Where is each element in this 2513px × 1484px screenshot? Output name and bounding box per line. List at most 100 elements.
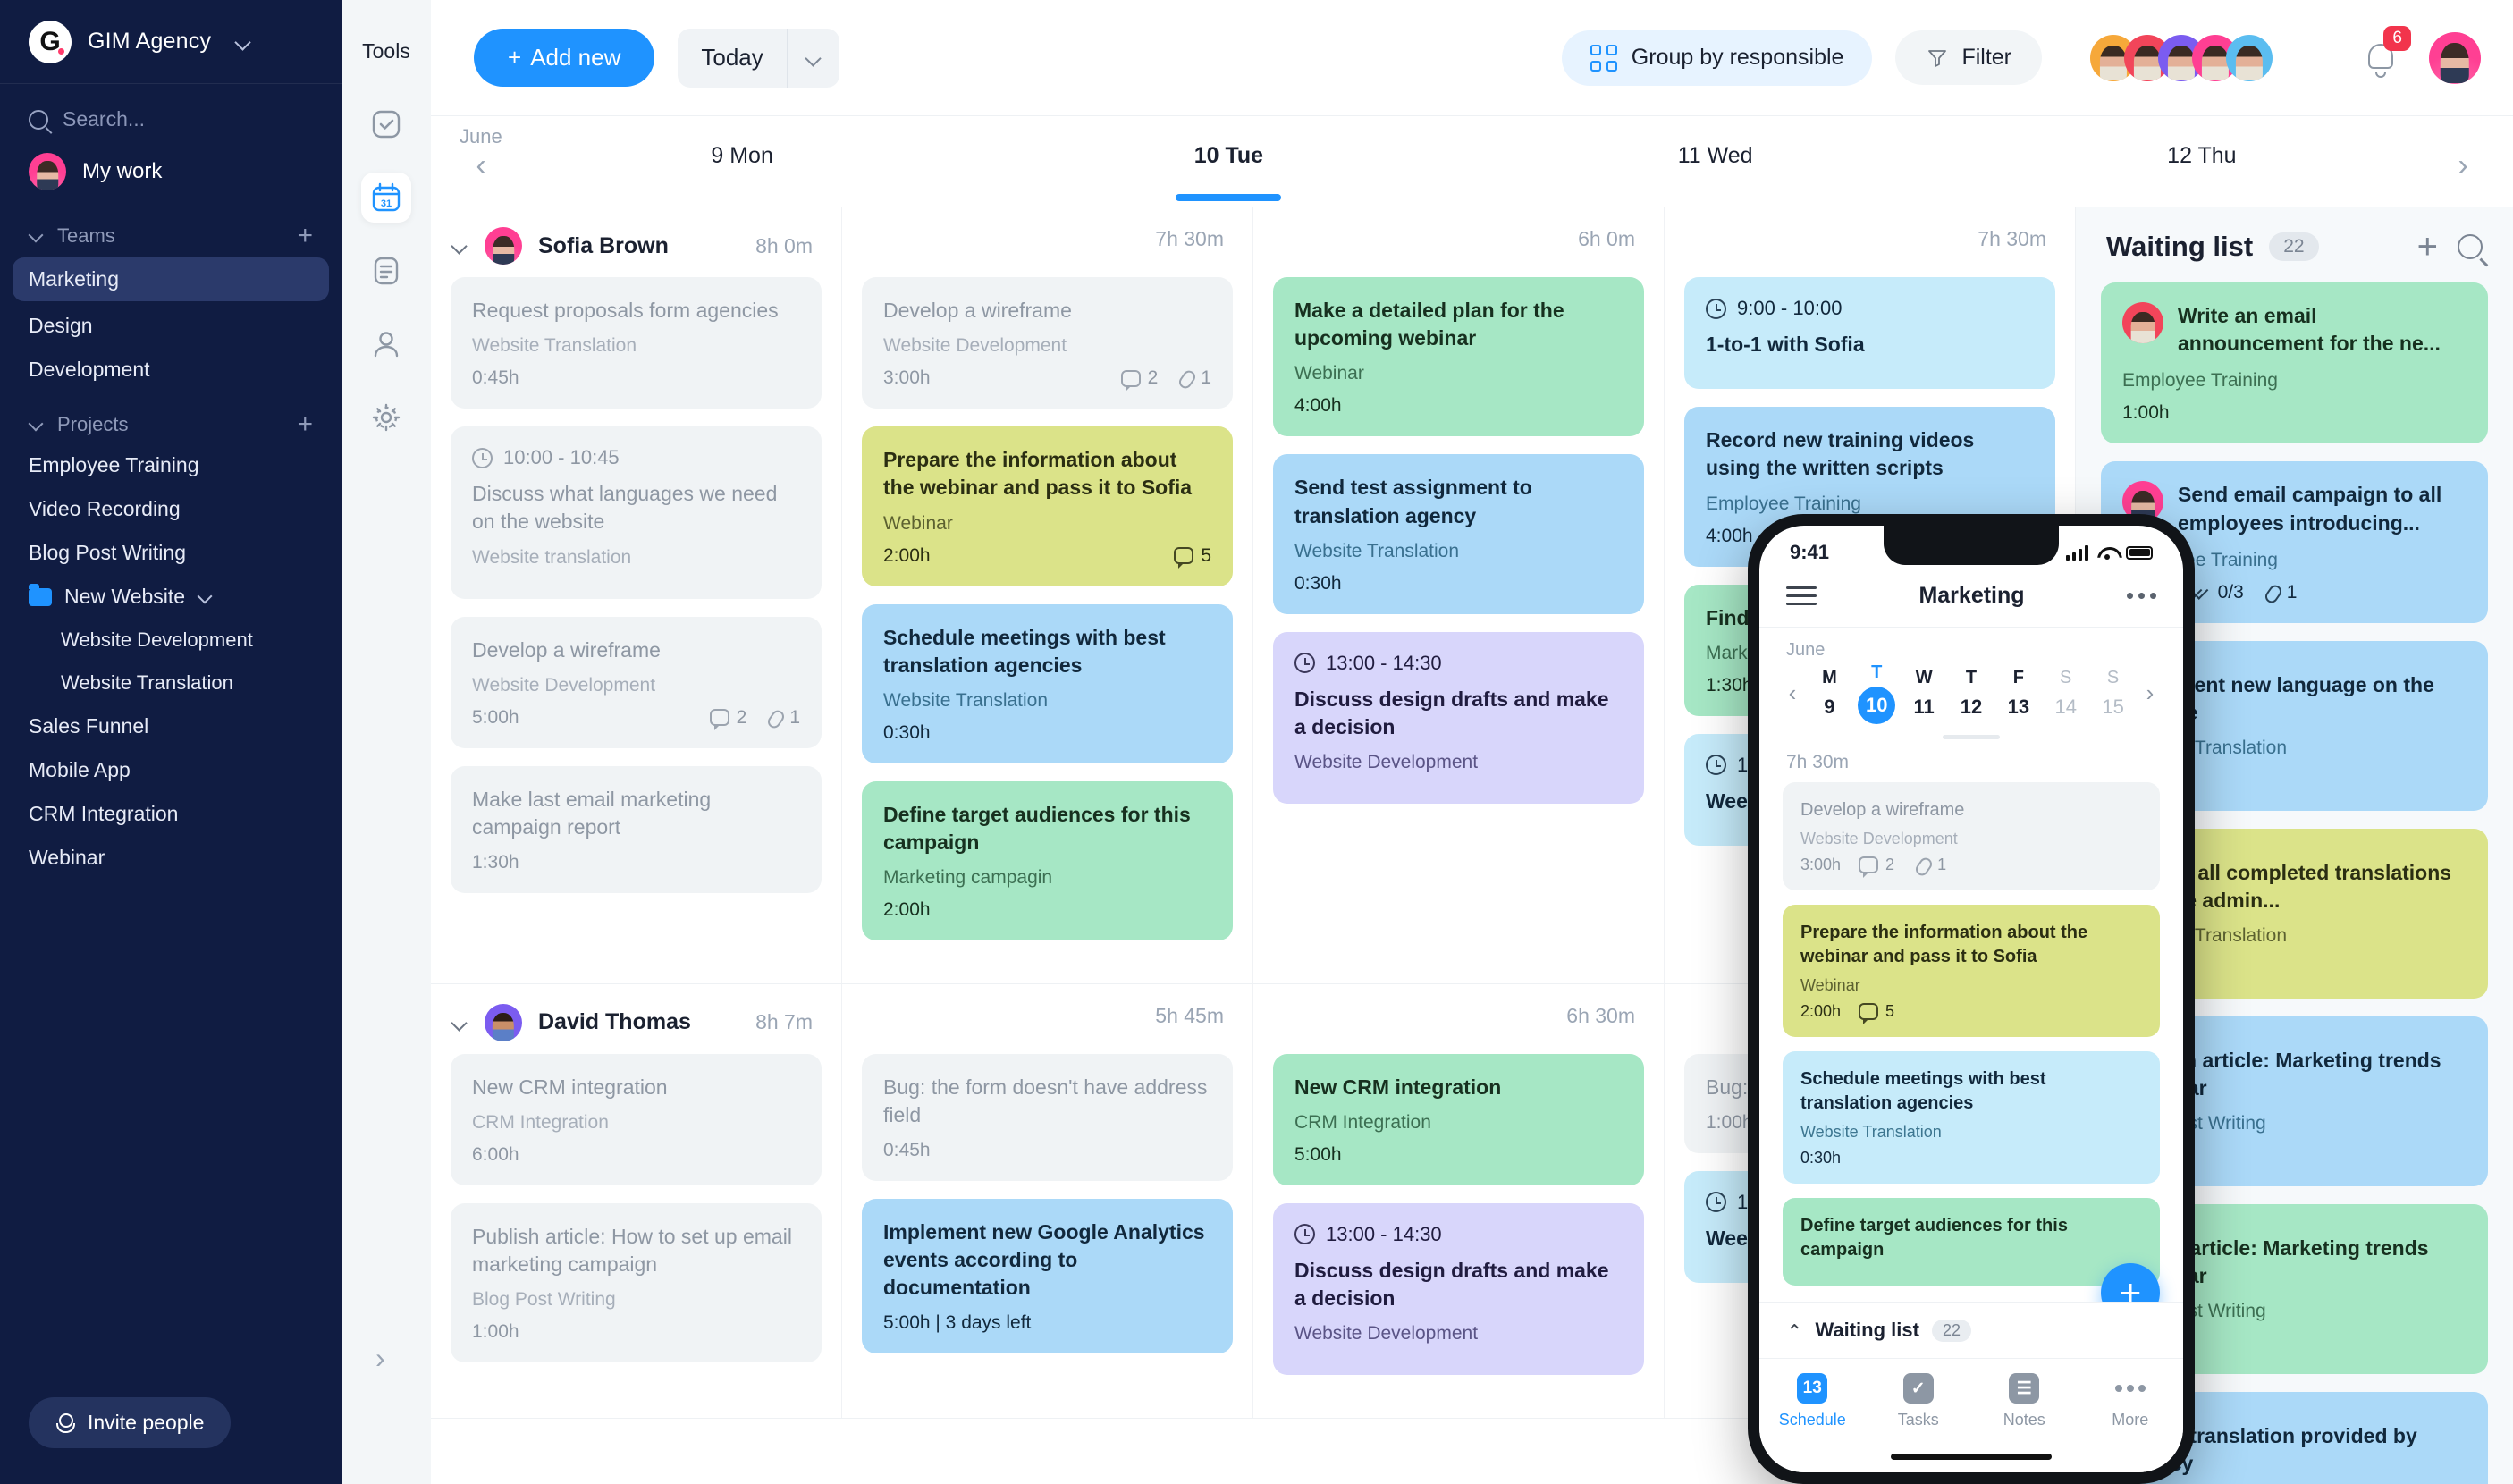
tool-people-button[interactable] [361,319,411,369]
sidebar-item-mobile-app[interactable]: Mobile App [0,748,342,792]
tab-schedule[interactable]: 13 Schedule [1759,1373,1866,1429]
waiting-list-item[interactable]: Write an email announcement for the ne..… [2101,282,2488,444]
phone-day-9[interactable]: M 9 [1806,668,1853,719]
task-card[interactable]: New CRM integration CRM Integration 5:00… [1273,1053,1644,1185]
task-card[interactable]: Request proposals form agencies Website … [451,277,822,409]
sidebar-section-projects[interactable]: Projects + [0,392,342,443]
sidebar-item-webinar[interactable]: Webinar [0,836,342,880]
search-input[interactable] [63,107,277,131]
task-card[interactable]: Develop a wireframe Website Development … [1783,782,2160,890]
today-button[interactable]: Today [678,28,839,88]
chevron-down-icon[interactable] [451,1014,468,1032]
sidebar-folder-new-website[interactable]: New Website [0,575,342,619]
calendar-day-11wed[interactable]: 11 Wed [1472,143,1959,189]
sidebar-item-website-translation[interactable]: Website Translation [0,662,342,704]
task-card[interactable]: New CRM integration CRM Integration 6:00… [451,1053,822,1185]
task-card[interactable]: Define target audiences for this campaig… [862,780,1233,940]
day-column-9mon[interactable]: New CRM integration CRM Integration 6:00… [431,1053,842,1418]
tab-tasks[interactable]: ✓ Tasks [1866,1373,1972,1429]
task-card[interactable]: 13:00 - 14:30 Discuss design drafts and … [1273,631,1644,804]
tool-calendar-button[interactable]: 31 [361,173,411,223]
phone-day-13[interactable]: F 13 [1994,668,2042,719]
chevron-down-icon[interactable] [451,237,468,255]
notifications-button[interactable]: 6 [2363,25,2411,78]
phone-day-12[interactable]: T 12 [1948,668,1995,719]
sidebar-item-development[interactable]: Development [0,348,342,392]
more-icon[interactable] [2127,593,2156,599]
day-column-9mon[interactable]: Request proposals form agencies Website … [431,277,842,983]
tab-label: Notes [2003,1411,2045,1429]
sidebar-item-blog-post-writing[interactable]: Blog Post Writing [0,531,342,575]
next-week-button[interactable]: › [2445,148,2481,183]
task-card[interactable]: 9:00 - 10:00 1-to-1 with Sofia [1684,277,2055,390]
task-card[interactable]: Develop a wireframe Website Development … [862,277,1233,409]
task-card[interactable]: 10:00 - 10:45 Discuss what languages we … [451,426,822,599]
workspace-switcher[interactable]: G GIM Agency [0,0,342,84]
prev-week-button[interactable]: ‹ [1779,679,1806,707]
sidebar-item-video-recording[interactable]: Video Recording [0,487,342,531]
filter-button[interactable]: Filter [1895,30,2042,85]
task-card[interactable]: Make a detailed plan for the upcoming we… [1273,277,1644,437]
sidebar-section-teams[interactable]: Teams + [0,203,342,255]
sidebar-item-employee-training[interactable]: Employee Training [0,443,342,487]
task-card[interactable]: Prepare the information about the webina… [862,426,1233,586]
sidebar-item-my-work[interactable]: My work [0,140,342,203]
add-team-button[interactable]: + [297,223,313,249]
task-card[interactable]: Develop a wireframe Website Development … [451,616,822,748]
tool-notes-button[interactable] [361,246,411,296]
team-avatars[interactable] [2090,34,2273,81]
add-waiting-task-button[interactable]: + [2417,229,2438,265]
calendar-day-12thu[interactable]: 12 Thu [1959,143,2445,189]
prev-week-button[interactable]: ‹ [463,148,499,183]
tab-more[interactable]: More [2078,1373,2184,1429]
task-card[interactable]: Schedule meetings with best translation … [862,603,1233,763]
task-card[interactable]: Publish article: How to set up email mar… [451,1202,822,1362]
task-card[interactable]: Bug: the form doesn't have address field… [862,1053,1233,1181]
tool-settings-button[interactable] [361,392,411,443]
group-by-responsible-button[interactable]: Group by responsible [1561,30,1873,86]
task-card[interactable]: Define target audiences for this campaig… [1783,1198,2160,1286]
task-card[interactable]: Make last email marketing campaign repor… [451,765,822,893]
task-title: Send email campaign to all employees int… [2178,483,2442,535]
tool-tasks-button[interactable] [361,99,411,149]
sidebar-item-website-development[interactable]: Website Development [0,619,342,662]
day-column-11wed[interactable]: New CRM integration CRM Integration 5:00… [1253,1053,1665,1418]
phone-waiting-list-bar[interactable]: ⌄ Waiting list 22 [1759,1302,2183,1358]
sidebar-item-marketing[interactable]: Marketing [13,257,329,301]
task-card[interactable]: Schedule meetings with best translation … [1783,1051,2160,1184]
task-card[interactable]: Implement new Google Analytics events ac… [862,1198,1233,1353]
user-avatar[interactable] [2429,31,2481,84]
day-column-11wed[interactable]: Make a detailed plan for the upcoming we… [1253,277,1665,983]
calendar-day-9mon[interactable]: 9 Mon [499,143,985,189]
next-week-button[interactable]: › [2137,679,2163,707]
group-header[interactable]: Sofia Brown 8h 0m [451,207,822,277]
sidebar-item-crm-integration[interactable]: CRM Integration [0,792,342,836]
collapse-sidebar-button[interactable]: › [375,1342,385,1375]
add-project-button[interactable]: + [297,411,313,438]
group-header[interactable]: David Thomas 8h 7m [451,984,822,1054]
add-new-button[interactable]: + Add new [474,29,655,87]
phone-day-11[interactable]: W 11 [1901,668,1948,719]
phone-day-10[interactable]: T 10 [1853,662,1901,724]
search-icon[interactable] [2458,234,2483,260]
sidebar-search[interactable] [0,84,342,140]
task-card[interactable]: 13:00 - 14:30 Discuss design drafts and … [1273,1202,1644,1375]
task-card[interactable]: Send test assignment to translation agen… [1273,454,1644,614]
menu-icon[interactable] [1786,581,1817,611]
tab-notes[interactable]: ☰ Notes [1971,1373,2078,1429]
calendar-day-10tue[interactable]: 10 Tue [985,143,1472,189]
sidebar-item-sales-funnel[interactable]: Sales Funnel [0,704,342,748]
phone-waiting-list-title: Waiting list [1815,1319,1919,1341]
day-column-10tue[interactable]: Develop a wireframe Website Development … [842,277,1253,983]
sidebar-item-design[interactable]: Design [0,304,342,348]
phone-day-15[interactable]: S 15 [2089,668,2137,719]
task-card[interactable]: Prepare the information about the webina… [1783,905,2160,1037]
group-header-row: Sofia Brown 8h 0m 7h 30m 6h 0m 7h 30m [431,207,2075,278]
invite-people-button[interactable]: Invite people [29,1397,232,1448]
chevron-down-icon[interactable] [788,29,839,88]
task-project: Website Translation [1800,1123,1942,1141]
task-hours: 2:00h [883,544,931,566]
day-column-10tue[interactable]: Bug: the form doesn't have address field… [842,1053,1253,1418]
task-project: Website Development [1294,1322,1479,1344]
phone-day-14[interactable]: S 14 [2042,668,2089,719]
